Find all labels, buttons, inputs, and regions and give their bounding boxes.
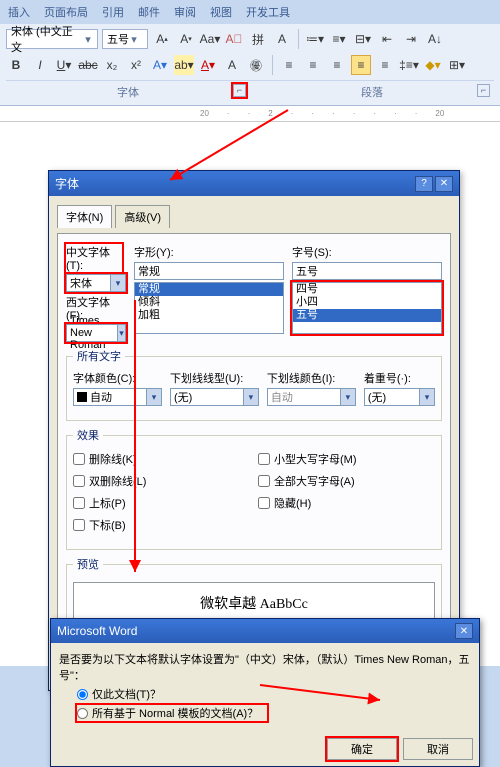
shrink-font-icon[interactable]: A▾ — [176, 29, 196, 49]
style-label: 字形(Y): — [134, 244, 284, 260]
tab-references[interactable]: 引用 — [102, 4, 124, 20]
font-dialog-title: 字体 — [55, 175, 79, 192]
tab-review[interactable]: 审阅 — [174, 4, 196, 20]
double-strike-check[interactable]: 双删除线(L) — [73, 473, 250, 489]
tab-advanced[interactable]: 高级(V) — [115, 205, 170, 228]
tab-font[interactable]: 字体(N) — [57, 205, 112, 228]
decrease-indent-icon[interactable]: ⇤ — [377, 29, 397, 49]
font-color-combo[interactable]: 自动▾ — [73, 388, 162, 406]
size-listbox[interactable]: 四号 小四 五号 — [292, 282, 442, 334]
chevron-down-icon[interactable]: ▾ — [110, 275, 125, 291]
ruler[interactable]: 20··2·······20 — [0, 106, 500, 122]
bullets-icon[interactable]: ≔▾ — [305, 29, 325, 49]
phonetic-icon[interactable]: 拼 — [248, 29, 268, 49]
change-case-icon[interactable]: Aa▾ — [200, 29, 220, 49]
tab-insert[interactable]: 插入 — [8, 4, 30, 20]
paragraph-dialog-launcher[interactable]: ⌐ — [477, 84, 490, 97]
ribbon: 宋体 (中文正文▾ 五号▾ A▴ A▾ Aa▾ A⃠ 拼 A ≔▾ ≡▾ ⊟▾ … — [0, 24, 500, 106]
align-right-icon[interactable]: ≡ — [327, 55, 347, 75]
char-shading-icon[interactable]: A — [222, 55, 242, 75]
underline-icon[interactable]: U▾ — [54, 55, 74, 75]
highlight-icon[interactable]: ab▾ — [174, 55, 194, 75]
dropdown-icon[interactable]: ▾ — [83, 33, 93, 46]
dropdown-icon[interactable]: ▾ — [129, 33, 139, 46]
confirm-title: Microsoft Word — [57, 624, 137, 638]
style-listbox[interactable]: 常规 倾斜 加粗 — [134, 282, 284, 334]
confirm-cancel-button[interactable]: 取消 — [403, 738, 473, 760]
style-input[interactable] — [134, 262, 284, 280]
chevron-down-icon[interactable]: ▾ — [340, 389, 355, 405]
radio-all-docs[interactable]: 所有基于 Normal 模板的文档(A)？ — [77, 705, 267, 721]
group-font: 字体 ⌐ — [6, 81, 250, 103]
numbering-icon[interactable]: ≡▾ — [329, 29, 349, 49]
size-label: 字号(S): — [292, 244, 442, 260]
underline-color-combo[interactable]: 自动▾ — [267, 388, 356, 406]
superscript-check[interactable]: 上标(P) — [73, 495, 250, 511]
group-paragraph: 段落 ⌐ — [250, 81, 494, 103]
subscript-check[interactable]: 下标(B) — [73, 517, 250, 533]
align-left-icon[interactable]: ≡ — [279, 55, 299, 75]
confirm-question: 是否要为以下文本将默认字体设置为"（中文）宋体，（默认）Times New Ro… — [59, 651, 471, 683]
chevron-down-icon[interactable]: ▾ — [419, 389, 434, 405]
all-text-group: 所有文字 字体颜色(C): 自动▾ 下划线线型(U): (无)▾ 下划线颜色(I… — [66, 348, 442, 421]
cn-font-combo[interactable]: 宋体▾ — [66, 274, 126, 292]
increase-indent-icon[interactable]: ⇥ — [401, 29, 421, 49]
clear-format-icon[interactable]: A⃠ — [224, 29, 244, 49]
italic-icon[interactable]: I — [30, 55, 50, 75]
font-dialog: 字体 ? ✕ 字体(N) 高级(V) 中文字体(T): 宋体▾ 西文字体(F):… — [48, 170, 460, 691]
align-center-icon[interactable]: ≡ — [303, 55, 323, 75]
font-dialog-titlebar[interactable]: 字体 ? ✕ — [49, 171, 459, 196]
west-font-combo[interactable]: Times New Roman▾ — [66, 324, 126, 342]
cn-font-label: 中文字体(T): — [66, 244, 122, 272]
font-family-selector[interactable]: 宋体 (中文正文▾ — [6, 29, 98, 49]
tab-layout[interactable]: 页面布局 — [44, 4, 88, 20]
font-size-selector[interactable]: 五号▾ — [102, 29, 148, 49]
confirm-dialog: Microsoft Word ✕ 是否要为以下文本将默认字体设置为"（中文）宋体… — [50, 618, 480, 767]
subscript-icon[interactable]: x₂ — [102, 55, 122, 75]
effects-group: 效果 删除线(K) 双删除线(L) 上标(P) 下标(B) 小型大写字母(M) … — [66, 427, 442, 550]
confirm-titlebar[interactable]: Microsoft Word ✕ — [51, 619, 479, 643]
allcaps-check[interactable]: 全部大写字母(A) — [258, 473, 435, 489]
tab-mailings[interactable]: 邮件 — [138, 4, 160, 20]
smallcaps-check[interactable]: 小型大写字母(M) — [258, 451, 435, 467]
close-icon[interactable]: ✕ — [455, 623, 473, 639]
superscript-icon[interactable]: x² — [126, 55, 146, 75]
underline-style-combo[interactable]: (无)▾ — [170, 388, 259, 406]
chevron-down-icon[interactable]: ▾ — [117, 325, 125, 341]
enclose-icon[interactable]: ㊝ — [246, 55, 266, 75]
help-icon[interactable]: ? — [415, 176, 433, 192]
chevron-down-icon[interactable]: ▾ — [146, 389, 161, 405]
bold-icon[interactable]: B — [6, 55, 26, 75]
borders-icon[interactable]: ⊞▾ — [447, 55, 467, 75]
distributed-icon[interactable]: ≡ — [375, 55, 395, 75]
grow-font-icon[interactable]: A▴ — [152, 29, 172, 49]
shading-icon[interactable]: ◆▾ — [423, 55, 443, 75]
ribbon-tabs: 插入 页面布局 引用 邮件 审阅 视图 开发工具 — [0, 0, 500, 24]
tab-developer[interactable]: 开发工具 — [246, 4, 290, 20]
align-justify-icon[interactable]: ≡ — [351, 55, 371, 75]
strike-check[interactable]: 删除线(K) — [73, 451, 250, 467]
radio-this-doc[interactable]: 仅此文档(T)？ — [77, 686, 471, 702]
strike-icon[interactable]: abc — [78, 55, 98, 75]
size-input[interactable] — [292, 262, 442, 280]
font-color-icon[interactable]: A▾ — [198, 55, 218, 75]
tab-view[interactable]: 视图 — [210, 4, 232, 20]
text-effects-icon[interactable]: A▾ — [150, 55, 170, 75]
line-spacing-icon[interactable]: ‡≡▾ — [399, 55, 419, 75]
multilevel-icon[interactable]: ⊟▾ — [353, 29, 373, 49]
confirm-ok-button[interactable]: 确定 — [327, 738, 397, 760]
chevron-down-icon[interactable]: ▾ — [243, 389, 258, 405]
sort-icon[interactable]: A↓ — [425, 29, 445, 49]
border-icon[interactable]: A — [272, 29, 292, 49]
font-dialog-launcher[interactable]: ⌐ — [233, 84, 246, 97]
emphasis-combo[interactable]: (无)▾ — [364, 388, 435, 406]
close-icon[interactable]: ✕ — [435, 176, 453, 192]
hidden-check[interactable]: 隐藏(H) — [258, 495, 435, 511]
